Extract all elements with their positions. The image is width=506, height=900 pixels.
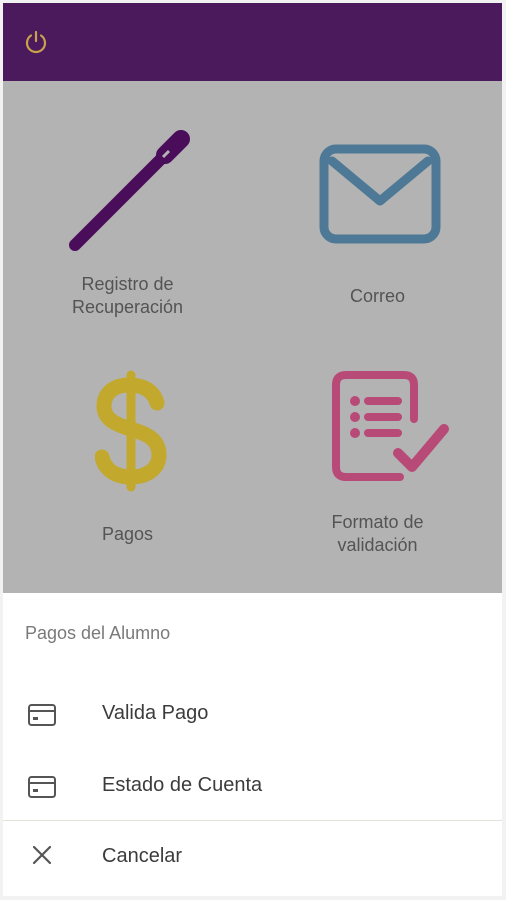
checklist-icon xyxy=(332,371,449,481)
close-icon xyxy=(32,845,52,865)
card-icon xyxy=(28,776,56,798)
toolbar xyxy=(3,3,502,81)
power-icon xyxy=(25,30,47,54)
tile-label: Pagos xyxy=(101,524,154,544)
tile-registro-recuperacion[interactable]: Registro de Recuperación xyxy=(3,81,252,321)
tile-label: Formato de validación xyxy=(331,512,424,555)
tile-label: Registro de Recuperación xyxy=(71,274,184,317)
tile-label: Correo xyxy=(349,286,406,306)
sheet-title: Pagos del Alumno xyxy=(25,623,171,643)
estado-de-cuenta-item[interactable]: Estado de Cuenta xyxy=(3,753,502,819)
dollar-icon xyxy=(95,370,167,492)
cancelar-item[interactable]: Cancelar xyxy=(3,824,502,890)
power-button[interactable] xyxy=(23,29,49,55)
bottom-sheet: Pagos del Alumno Valida Pago Estado de C… xyxy=(3,593,502,896)
tile-pagos[interactable]: Pagos xyxy=(3,353,252,593)
valida-pago-item[interactable]: Valida Pago xyxy=(3,681,502,747)
item-label: Estado de Cuenta xyxy=(102,774,263,796)
tile-formato-validacion[interactable]: Formato de validación xyxy=(253,353,502,593)
divider xyxy=(3,820,502,821)
envelope-icon xyxy=(319,144,441,244)
card-icon xyxy=(28,704,56,726)
menu-grid: Registro de Recuperación Correo Pagos Fo… xyxy=(3,81,502,593)
pencil-icon xyxy=(69,130,190,251)
app-screen: Registro de Recuperación Correo Pagos Fo… xyxy=(3,3,502,896)
tile-correo[interactable]: Correo xyxy=(253,81,502,321)
item-label: Valida Pago xyxy=(102,702,209,724)
item-label: Cancelar xyxy=(102,845,183,867)
